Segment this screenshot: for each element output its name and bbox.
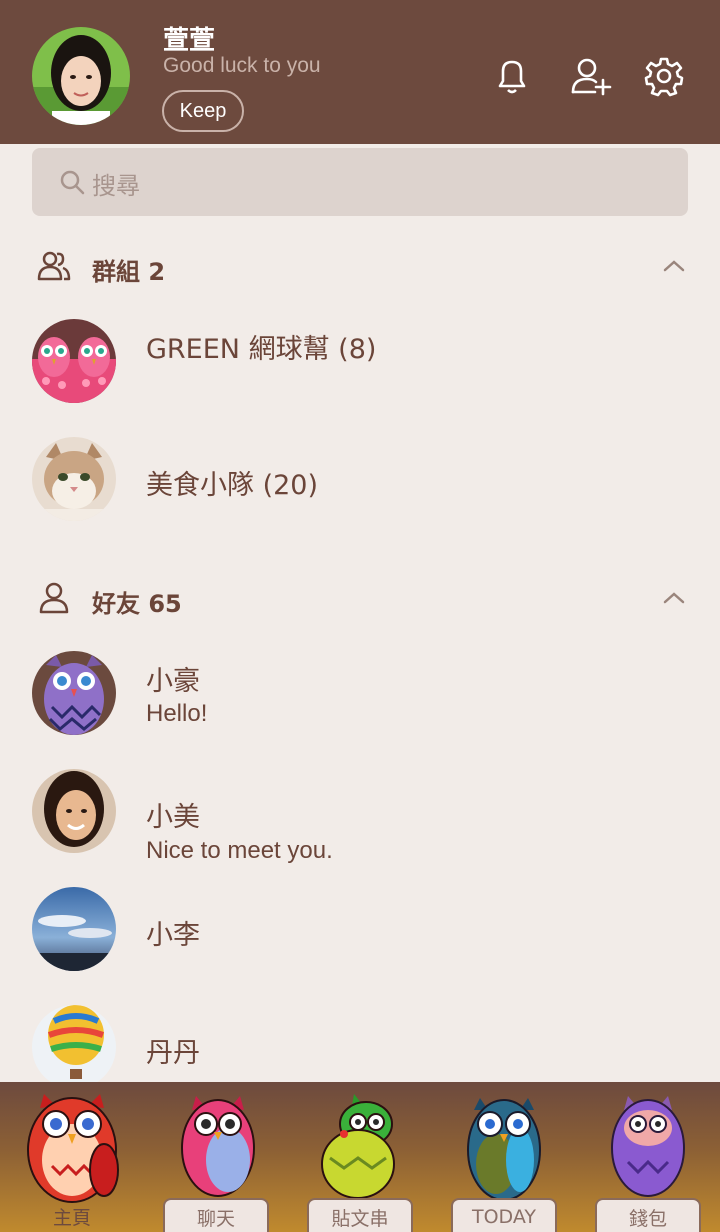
tab-timeline[interactable]: 貼文串 [288, 1082, 432, 1232]
profile-status-message: Good luck to you [163, 54, 321, 77]
friends-section-title: 好友 65 [92, 590, 182, 618]
tab-wallet-label: 錢包 [595, 1198, 701, 1232]
friend-avatar [32, 651, 116, 735]
settings-gear-icon[interactable] [642, 54, 686, 98]
tab-timeline-label: 貼文串 [307, 1198, 413, 1232]
purple-owl-icon [588, 1088, 708, 1210]
friend-avatar [32, 769, 116, 853]
group-avatar [32, 437, 116, 521]
friend-status-message: Nice to meet you. [146, 837, 333, 864]
green-owl-icon [300, 1088, 420, 1210]
bottom-tab-bar: 主頁 聊天 貼文串 TODAY 錢包 [0, 1082, 720, 1232]
pink-owl-icon [156, 1088, 276, 1210]
groups-section-title: 群組 2 [92, 258, 166, 286]
friend-avatar [32, 1005, 116, 1089]
profile-header: 萱萱 Good luck to you Keep [0, 0, 720, 144]
friend-avatar [32, 887, 116, 971]
group-icon [36, 248, 72, 284]
chevron-up-icon[interactable] [660, 252, 688, 280]
friend-name: 小美 [146, 802, 200, 833]
list-item-friend[interactable]: 小李 [0, 887, 720, 997]
tab-chat[interactable]: 聊天 [144, 1082, 288, 1232]
friend-status-message: Hello! [146, 700, 208, 727]
profile-avatar[interactable] [32, 27, 130, 125]
blue-owl-icon [444, 1088, 564, 1210]
friend-name: 小李 [146, 920, 200, 951]
tab-today[interactable]: TODAY [432, 1082, 576, 1232]
friend-name: 小豪 [146, 666, 200, 697]
profile-name: 萱萱 [163, 26, 216, 56]
group-name: GREEN 網球幫 (8) [146, 334, 377, 365]
search-icon [58, 168, 86, 196]
groups-section-header[interactable]: 群組 2 [0, 236, 720, 296]
group-avatar [32, 319, 116, 403]
tab-home-label: 主頁 [52, 1206, 91, 1229]
search-placeholder: 搜尋 [92, 172, 140, 200]
list-item-group[interactable]: GREEN 網球幫 (8) [0, 319, 720, 429]
group-name: 美食小隊 (20) [146, 470, 319, 501]
list-item-friend[interactable]: 小豪 Hello! [0, 651, 720, 761]
friend-name: 丹丹 [146, 1038, 200, 1069]
list-item-group[interactable]: 美食小隊 (20) [0, 437, 720, 547]
list-item-friend[interactable]: 小美 Nice to meet you. [0, 769, 720, 879]
chevron-up-icon[interactable] [660, 584, 688, 612]
bell-icon[interactable] [490, 54, 534, 98]
tab-wallet[interactable]: 錢包 [576, 1082, 720, 1232]
tab-today-label: TODAY [451, 1198, 557, 1232]
friends-section-header[interactable]: 好友 65 [0, 568, 720, 628]
tab-chat-label: 聊天 [163, 1198, 269, 1232]
tab-home[interactable]: 主頁 [0, 1082, 144, 1232]
red-owl-icon [12, 1088, 132, 1210]
person-icon [36, 580, 72, 616]
add-friend-icon[interactable] [569, 54, 613, 98]
keep-button[interactable]: Keep [162, 90, 244, 132]
search-input[interactable]: 搜尋 [32, 148, 688, 216]
